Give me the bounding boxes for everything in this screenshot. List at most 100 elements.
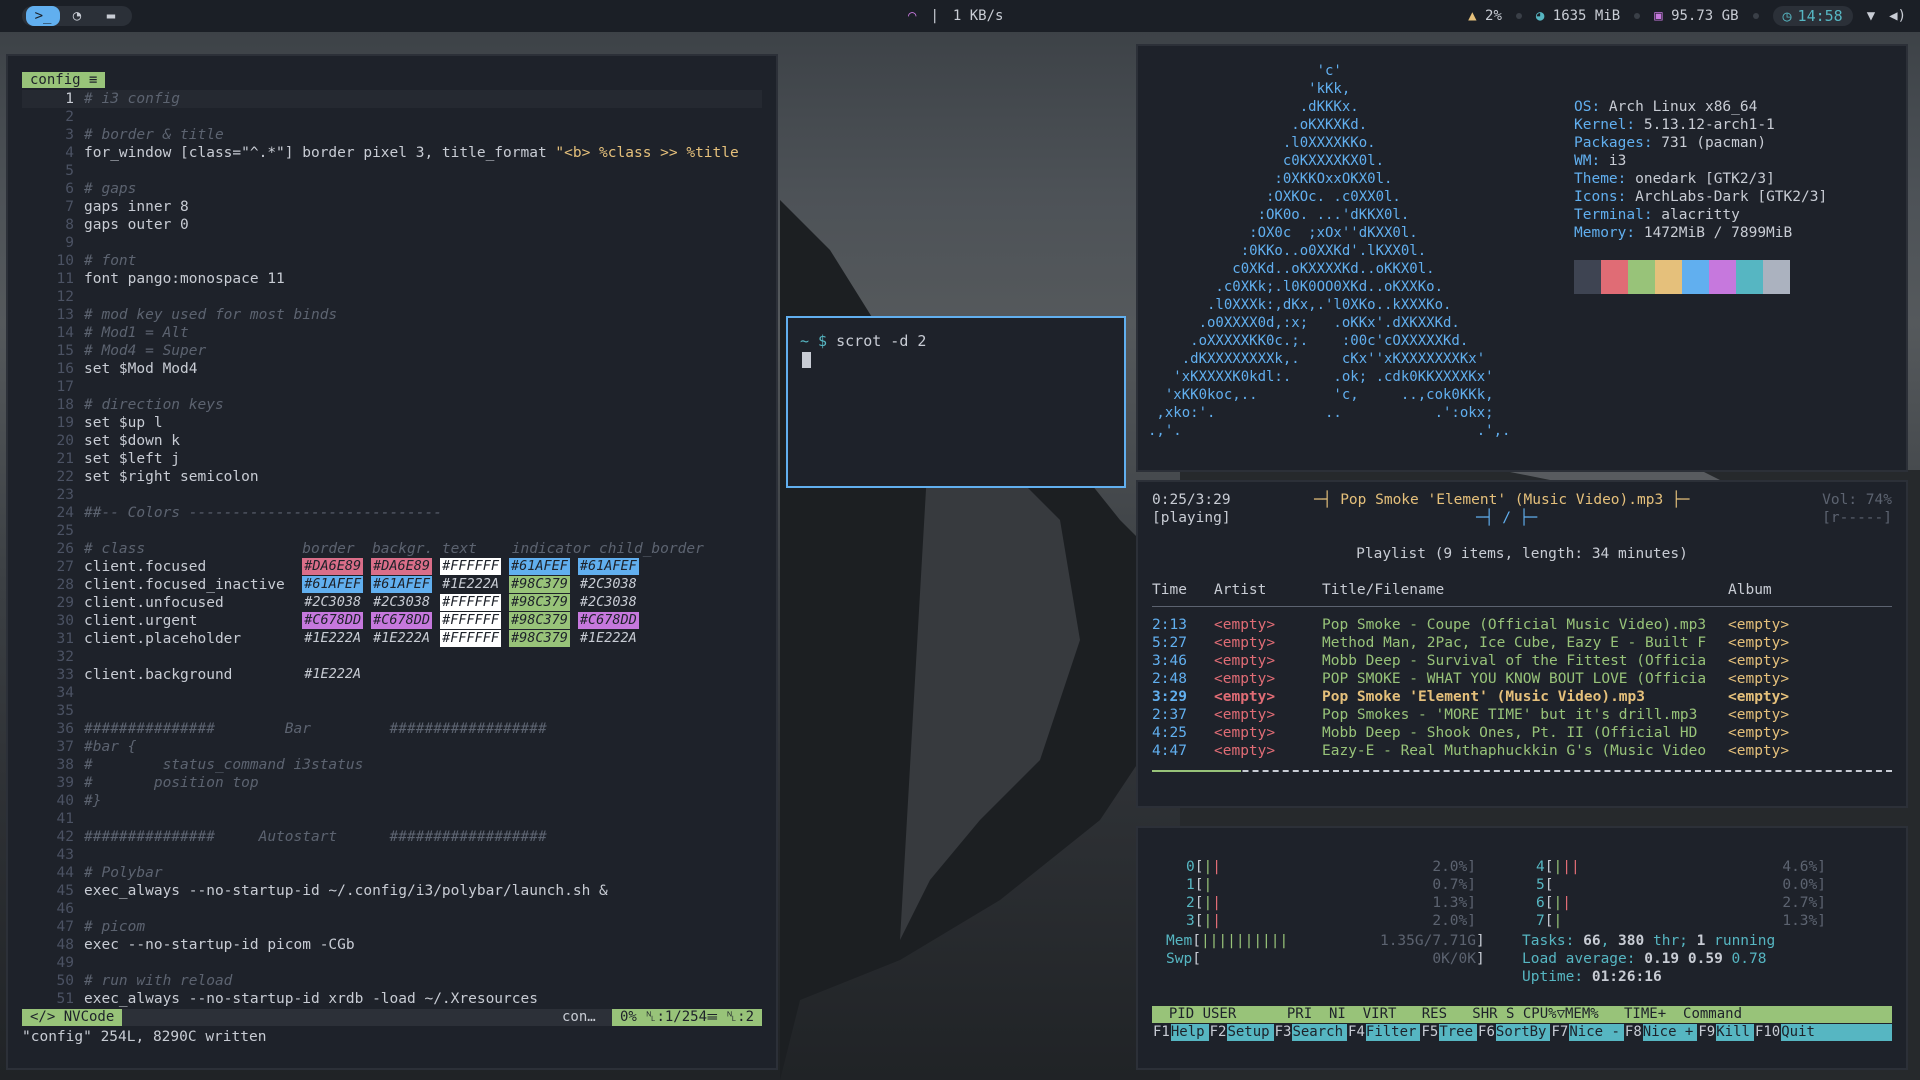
col-time[interactable]: Time	[1152, 582, 1187, 598]
playlist-item[interactable]: 2:13 <empty> Pop Smoke - Coupe (Official M…	[1152, 616, 1892, 634]
code-line[interactable]: 29 client.unfocused #2C3038 #2C3038 #FFFFFF…	[22, 594, 762, 612]
code-line[interactable]: 38 # status_command i3status	[22, 756, 762, 774]
playback-controls[interactable]: ─┤ / ├─	[1476, 510, 1537, 526]
music-player-window[interactable]: 0:25/3:29 [playing] ─┤ Pop Smoke 'Elemen…	[1136, 480, 1908, 808]
code-line[interactable]: 17	[22, 378, 762, 396]
code-line[interactable]: 13 # mod key used for most binds	[22, 306, 762, 324]
code-line[interactable]: 30 client.urgent #C678DD #C678DD #FFFFFF #98…	[22, 612, 762, 630]
code-line[interactable]: 45 exec_always --no-startup-id ~/.config/…	[22, 882, 762, 900]
volume-level[interactable]: Vol: 74%	[1822, 492, 1892, 508]
playlist[interactable]: 2:13 <empty> Pop Smoke - Coupe (Official M…	[1152, 616, 1892, 760]
function-key[interactable]: F2	[1208, 1024, 1228, 1041]
playlist-item[interactable]: 2:37 <empty> Pop Smokes - 'MORE TIME' but …	[1152, 706, 1892, 724]
workspace-firefox-icon[interactable]: ◔	[60, 6, 94, 26]
function-key[interactable]: F6	[1477, 1024, 1496, 1041]
function-key-label[interactable]: Kill	[1716, 1024, 1754, 1041]
function-key-label[interactable]: Nice +	[1643, 1024, 1698, 1041]
playlist-item[interactable]: 4:25 <empty> Mobb Deep - Shook Ones, Pt. I…	[1152, 724, 1892, 742]
code-line[interactable]: 14 # Mod1 = Alt	[22, 324, 762, 342]
code-line[interactable]: 21 set $left j	[22, 450, 762, 468]
code-line[interactable]: 36 ############### Bar ##################	[22, 720, 762, 738]
code-line[interactable]: 16 set $Mod Mod4	[22, 360, 762, 378]
command-line[interactable]: "config" 254L, 8290C written	[22, 1029, 266, 1045]
workspace-terminal-icon[interactable]: >_	[26, 6, 60, 26]
clock[interactable]: ◷ 14:58	[1772, 6, 1853, 26]
wifi-status-icon[interactable]: ▼	[1867, 8, 1875, 24]
function-key-label[interactable]: Help	[1171, 1024, 1209, 1041]
progress-track[interactable]	[1152, 770, 1892, 774]
playlist-item[interactable]: 3:46 <empty> Mobb Deep - Survival of the F…	[1152, 652, 1892, 670]
function-key[interactable]: F1	[1152, 1024, 1171, 1041]
code-line[interactable]: 25	[22, 522, 762, 540]
code-line[interactable]: 34	[22, 684, 762, 702]
function-key[interactable]: F9	[1697, 1024, 1717, 1041]
code-line[interactable]: 46	[22, 900, 762, 918]
floating-terminal[interactable]: ~ $ scrot -d 2	[786, 316, 1126, 488]
code-line[interactable]: 28 client.focused_inactive #61AFEF #61AFEF…	[22, 576, 762, 594]
code-line[interactable]: 32	[22, 648, 762, 666]
code-line[interactable]: 7 gaps inner 8	[22, 198, 762, 216]
function-key-label[interactable]: Filter	[1366, 1024, 1421, 1041]
code-line[interactable]: 37 #bar {	[22, 738, 762, 756]
htop-window[interactable]: 0[|| 2.0%] 1[| 0.7%] 2[|| 1.3%] 3[|| 2.0%] 4[||…	[1136, 826, 1908, 1070]
code-line[interactable]: 40 #}	[22, 792, 762, 810]
code-line[interactable]: 19 set $up l	[22, 414, 762, 432]
function-key[interactable]: F10	[1753, 1024, 1782, 1041]
code-line[interactable]: 44 # Polybar	[22, 864, 762, 882]
col-title[interactable]: Title/Filename	[1322, 582, 1444, 598]
function-key-label[interactable]: Search	[1292, 1024, 1347, 1041]
function-key-label[interactable]: Tree	[1439, 1024, 1477, 1041]
code-line[interactable]: 42 ############### Autostart ############…	[22, 828, 762, 846]
neofetch-window[interactable]: 'c' 'kKk, .dKKKx. .oKXKXKd. .l0XXXXKKo. …	[1136, 44, 1908, 472]
code-line[interactable]: 27 client.focused #DA6E89 #DA6E89 #FFFFFF #6…	[22, 558, 762, 576]
editor-window[interactable]: config ≡ 1 # i3 config 2 3 # border & title 4…	[6, 54, 778, 1070]
function-key-label[interactable]: Setup	[1227, 1024, 1273, 1041]
code-line[interactable]: 5	[22, 162, 762, 180]
code-line[interactable]: 26 # class border backgr. text indicator …	[22, 540, 762, 558]
code-line[interactable]: 47 # picom	[22, 918, 762, 936]
workspace-folder-icon[interactable]: ▬	[94, 6, 128, 26]
code-line[interactable]: 3 # border & title	[22, 126, 762, 144]
code-line[interactable]: 39 # position top	[22, 774, 762, 792]
code-line[interactable]: 8 gaps outer 0	[22, 216, 762, 234]
code-line[interactable]: 49	[22, 954, 762, 972]
function-key-label[interactable]: Nice -	[1569, 1024, 1624, 1041]
playlist-item[interactable]: 5:27 <empty> Method Man, 2Pac, Ice Cube, E…	[1152, 634, 1892, 652]
code-line[interactable]: 10 # font	[22, 252, 762, 270]
code-line[interactable]: 9	[22, 234, 762, 252]
code-line[interactable]: 6 # gaps	[22, 180, 762, 198]
code-line[interactable]: 31 client.placeholder #1E222A #1E222A #FFFF…	[22, 630, 762, 648]
code-line[interactable]: 15 # Mod4 = Super	[22, 342, 762, 360]
function-key[interactable]: F5	[1420, 1024, 1440, 1041]
code-line[interactable]: 33 client.background #1E222A	[22, 666, 762, 684]
col-album[interactable]: Album	[1728, 582, 1772, 598]
code-line[interactable]: 24 ##-- Colors --------------------------…	[22, 504, 762, 522]
function-key[interactable]: F3	[1273, 1024, 1293, 1041]
code-line[interactable]: 2	[22, 108, 762, 126]
code-line[interactable]: 41	[22, 810, 762, 828]
code-line[interactable]: 23	[22, 486, 762, 504]
buffer-tab-config[interactable]: config ≡	[22, 72, 106, 88]
playlist-item[interactable]: 4:47 <empty> Eazy-E - Real Muthaphuckkin G…	[1152, 742, 1892, 760]
code-line[interactable]: 18 # direction keys	[22, 396, 762, 414]
function-key[interactable]: F7	[1550, 1024, 1570, 1041]
code-area[interactable]: 1 # i3 config 2 3 # border & title 4 for_windo…	[22, 90, 762, 1008]
process-table-header[interactable]: PID USER PRI NI VIRT RES SHR S CPU%▽MEM%…	[1152, 1006, 1892, 1023]
code-line[interactable]: 51 exec_always --no-startup-id xrdb -load…	[22, 990, 762, 1008]
code-line[interactable]: 43	[22, 846, 762, 864]
code-line[interactable]: 4 for_window [class="^.*"] border pixel 3…	[22, 144, 762, 162]
function-key[interactable]: F4	[1347, 1024, 1366, 1041]
code-line[interactable]: 48 exec --no-startup-id picom -CGb	[22, 936, 762, 954]
function-key-label[interactable]: Quit	[1781, 1024, 1819, 1041]
code-line[interactable]: 22 set $right semicolon	[22, 468, 762, 486]
volume-icon[interactable]: ◀)	[1889, 8, 1906, 24]
function-key-label[interactable]: SortBy	[1496, 1024, 1551, 1041]
code-line[interactable]: 35	[22, 702, 762, 720]
function-key[interactable]: F8	[1623, 1024, 1643, 1041]
code-line[interactable]: 50 # run with reload	[22, 972, 762, 990]
code-line[interactable]: 12	[22, 288, 762, 306]
playlist-item[interactable]: 3:29 <empty> Pop Smoke 'Element' (Music Vi…	[1152, 688, 1892, 706]
col-artist[interactable]: Artist	[1214, 582, 1266, 598]
code-line[interactable]: 11 font pango:monospace 11	[22, 270, 762, 288]
code-line[interactable]: 1 # i3 config	[22, 90, 762, 108]
